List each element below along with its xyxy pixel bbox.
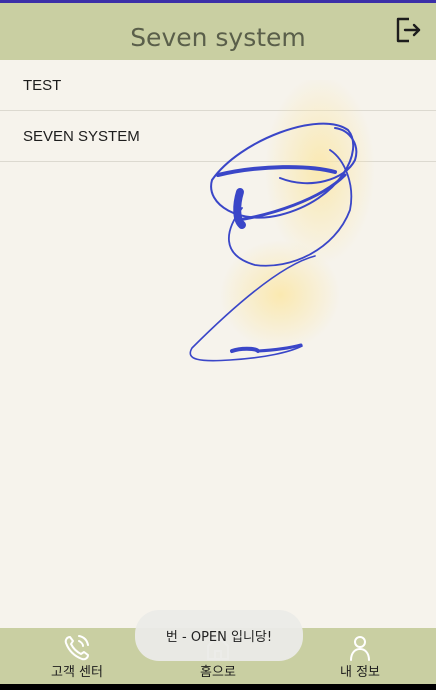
system-list: TEST SEVEN SYSTEM bbox=[0, 60, 436, 162]
nav-item-my-info[interactable]: 내 정보 bbox=[300, 628, 420, 684]
toast-text: 번 - OPEN 입니당! bbox=[165, 630, 273, 645]
nav-label: 홈으로 bbox=[200, 665, 236, 680]
logout-button[interactable] bbox=[394, 15, 422, 45]
phone-icon bbox=[64, 635, 89, 661]
nav-label: 내 정보 bbox=[339, 665, 380, 680]
page-title: Seven system bbox=[130, 23, 306, 52]
person-icon bbox=[350, 636, 370, 661]
nav-item-customer-center[interactable]: 고객 센터 bbox=[17, 628, 137, 684]
toast-message: 번 - OPEN 입니당! bbox=[135, 610, 303, 661]
system-nav-bar bbox=[0, 684, 436, 690]
list-item-test[interactable]: TEST bbox=[0, 60, 436, 111]
nav-label: 고객 센터 bbox=[51, 665, 103, 680]
list-item-seven-system[interactable]: SEVEN SYSTEM bbox=[0, 111, 436, 162]
app-header: Seven system bbox=[0, 3, 436, 60]
list-item-label: TEST bbox=[23, 76, 62, 94]
logout-icon bbox=[396, 17, 421, 43]
list-item-label: SEVEN SYSTEM bbox=[23, 127, 140, 145]
